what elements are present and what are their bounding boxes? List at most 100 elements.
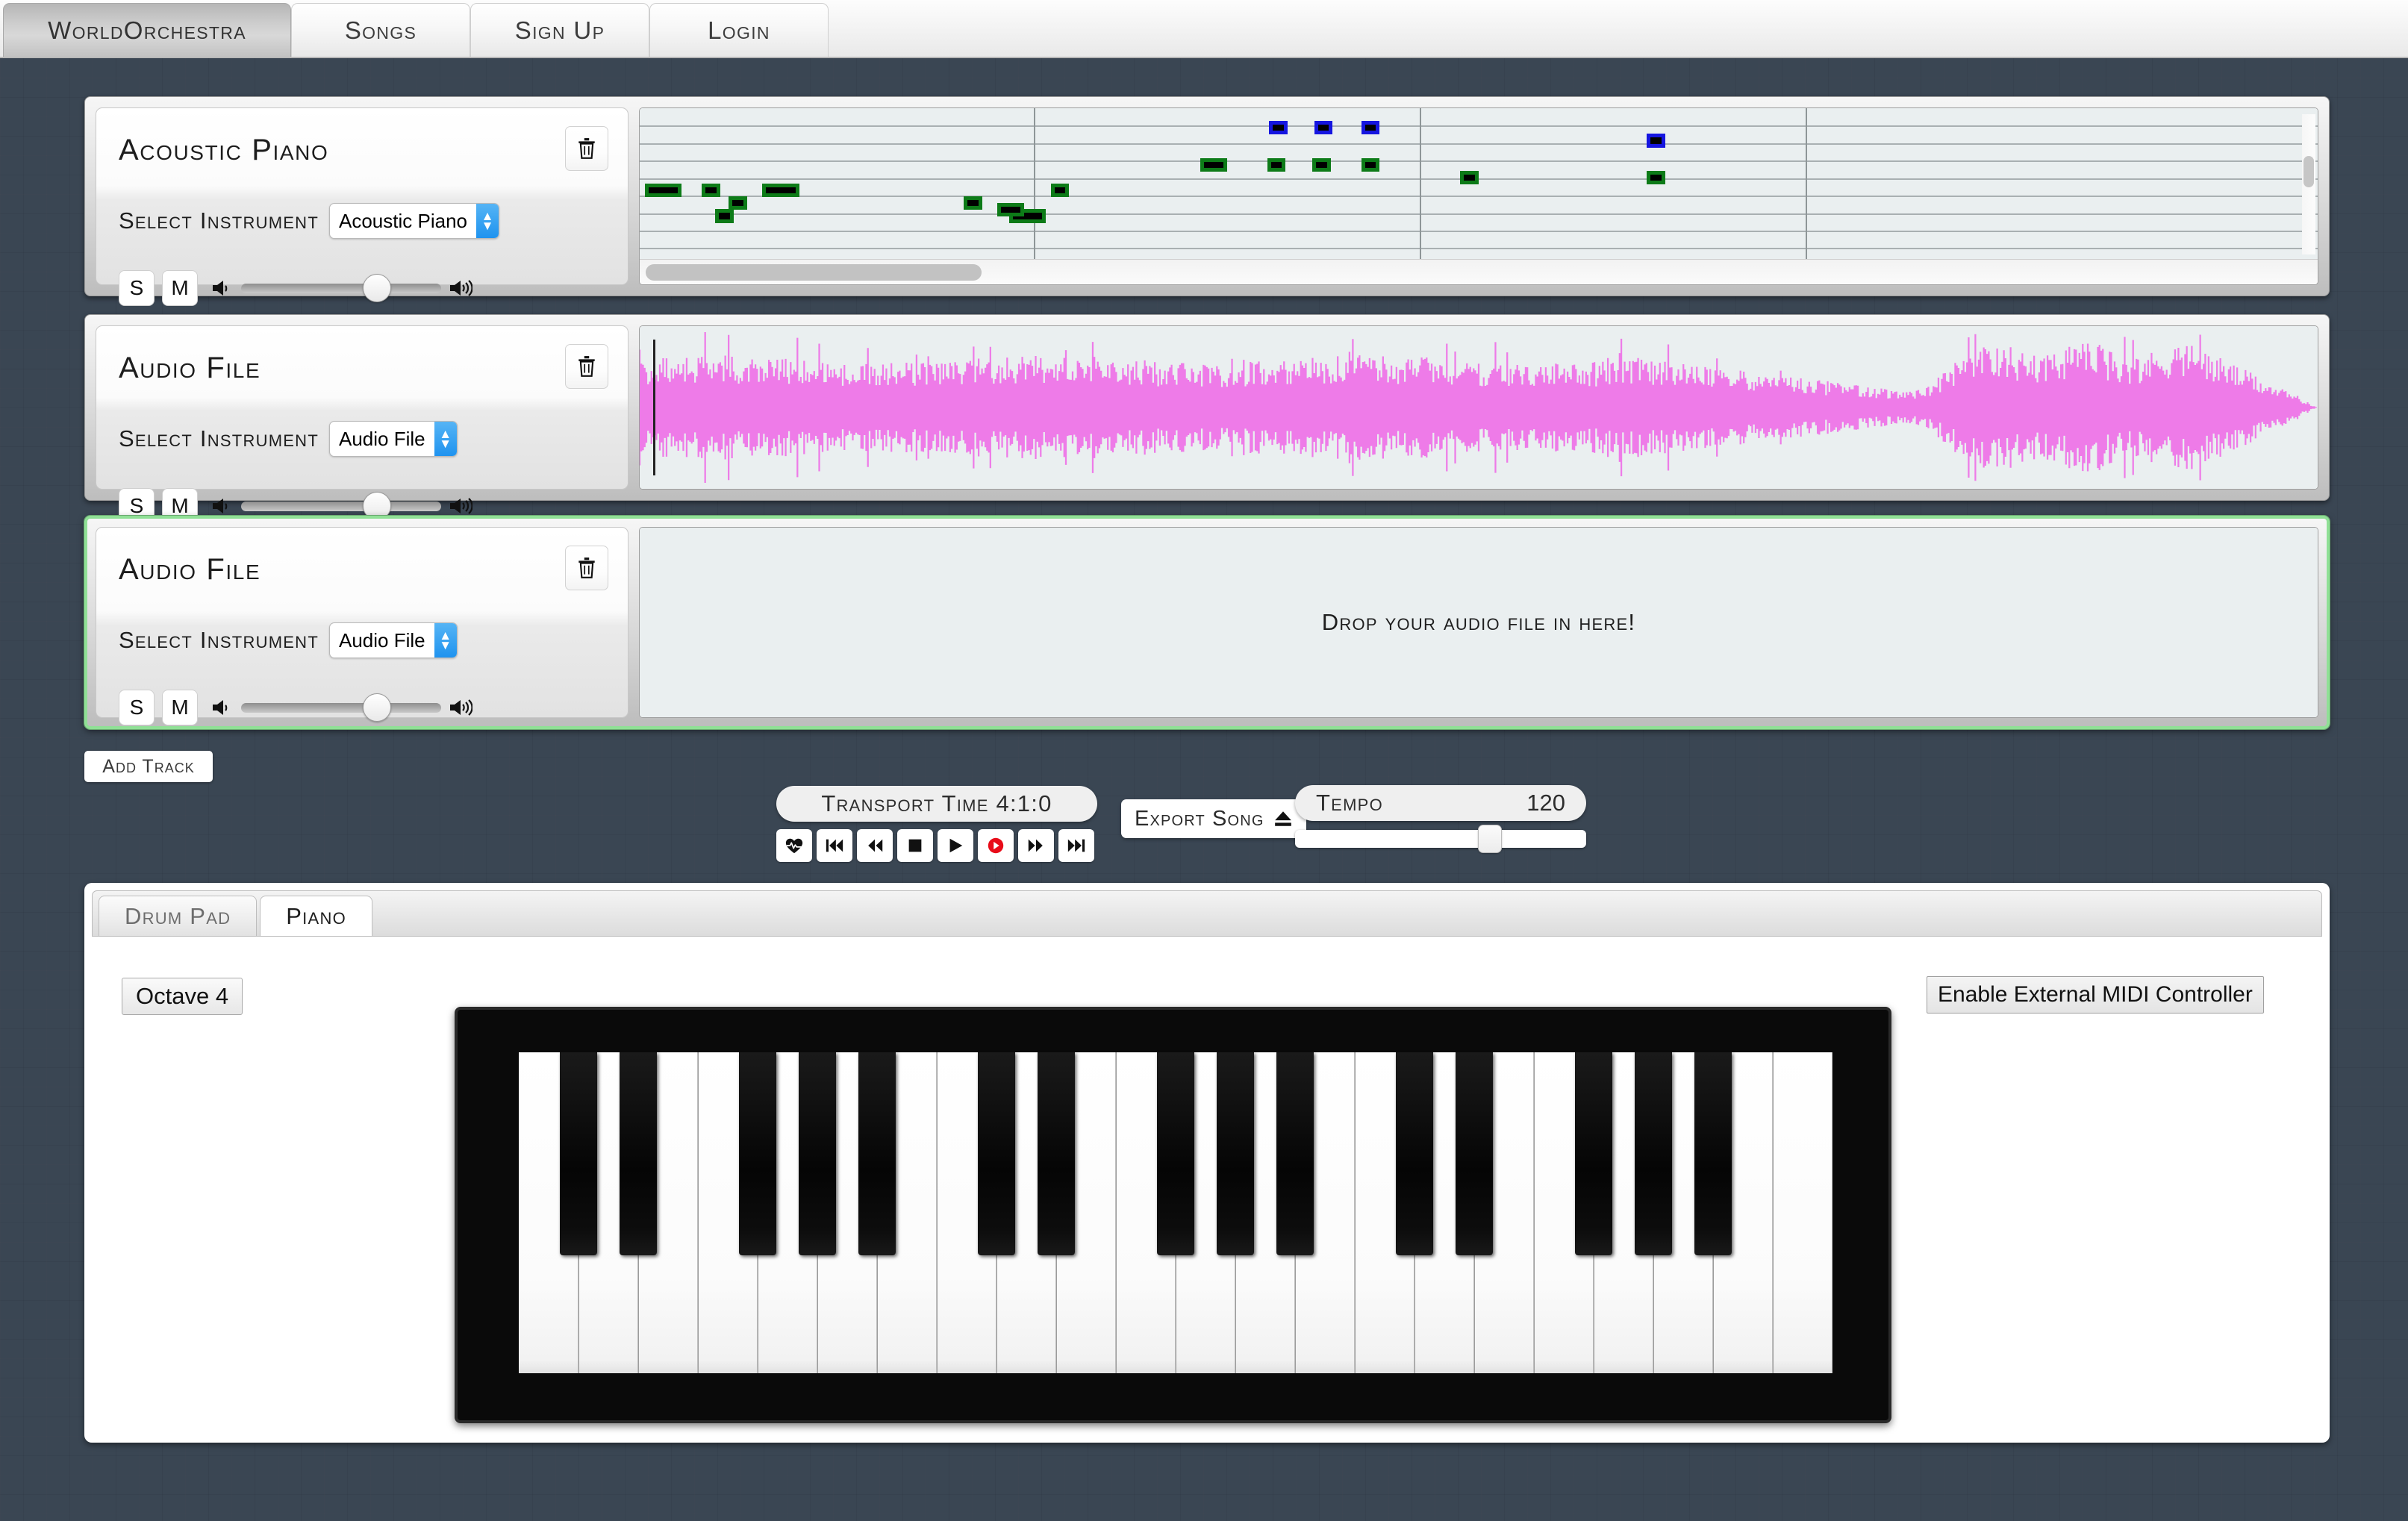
- piano-roll-vertical-scrollbar[interactable]: [2302, 114, 2315, 254]
- piano-roll-note[interactable]: [702, 184, 720, 198]
- tempo-control: Tempo 120: [1295, 785, 1586, 853]
- piano-roll-horizontal-scrollbar[interactable]: [640, 259, 2318, 284]
- record-icon: [988, 837, 1004, 854]
- solo-button[interactable]: S: [119, 690, 155, 725]
- piano-roll-note[interactable]: [1314, 121, 1333, 135]
- tempo-slider-thumb[interactable]: [1478, 825, 1503, 853]
- volume-slider-thumb[interactable]: [363, 273, 392, 302]
- waveform-canvas[interactable]: [639, 325, 2318, 490]
- mute-button[interactable]: M: [162, 690, 198, 725]
- nav-item-songs[interactable]: Songs: [291, 3, 470, 57]
- speaker-high-icon: [450, 280, 472, 296]
- piano-roll-grid[interactable]: [640, 108, 2318, 259]
- piano-roll-note[interactable]: [1200, 157, 1227, 172]
- export-song-button[interactable]: Export Song: [1121, 799, 1306, 838]
- volume-slider-thumb[interactable]: [363, 693, 392, 722]
- volume-slider[interactable]: [241, 491, 441, 520]
- piano-roll-bar-line: [1420, 108, 1422, 259]
- instrument-select-value: Audio File: [339, 427, 425, 450]
- instrument-select[interactable]: Audio File ▲ ▼: [329, 421, 458, 457]
- piano-black-key[interactable]: [560, 1052, 597, 1255]
- instrument-select-row: Select Instrument Audio File ▲ ▼: [119, 622, 605, 658]
- delete-track-button[interactable]: [565, 344, 608, 389]
- select-instrument-label: Select Instrument: [119, 627, 319, 653]
- piano-black-key[interactable]: [1396, 1052, 1433, 1255]
- piano-roll-note[interactable]: [1646, 170, 1665, 184]
- skip-to-end-button[interactable]: [1058, 829, 1094, 862]
- piano-roll-row-line: [640, 125, 2318, 128]
- piano-black-key[interactable]: [978, 1052, 1015, 1255]
- piano-roll-note[interactable]: [1361, 121, 1380, 135]
- instrument-select-row: Select Instrument Acoustic Piano ▲ ▼: [119, 203, 605, 239]
- piano-black-key[interactable]: [1456, 1052, 1493, 1255]
- track-title: Acoustic Piano: [119, 134, 329, 166]
- piano-roll-note[interactable]: [996, 203, 1024, 217]
- tab-drum-pad[interactable]: Drum Pad: [99, 896, 258, 936]
- transport-controls: Transport Time 4:1:0: [776, 786, 1097, 862]
- piano-black-key[interactable]: [1276, 1052, 1314, 1255]
- delete-track-button[interactable]: [565, 546, 608, 590]
- enable-midi-controller-button[interactable]: Enable External MIDI Controller: [1927, 976, 2264, 1014]
- instrument-select-value: Audio File: [339, 628, 425, 652]
- fast-forward-button[interactable]: [1018, 829, 1054, 862]
- dropzone-message[interactable]: Drop your audio file in here!: [640, 528, 2318, 717]
- skip-forward-icon: [1067, 839, 1085, 852]
- select-instrument-label: Select Instrument: [119, 207, 319, 234]
- tab-piano[interactable]: Piano: [260, 896, 372, 936]
- chevron-updown-icon: ▲ ▼: [434, 623, 457, 658]
- volume-slider[interactable]: [241, 693, 441, 722]
- piano-black-key[interactable]: [1217, 1052, 1254, 1255]
- piano-roll-note[interactable]: [1361, 157, 1380, 172]
- piano-keyboard: [455, 1007, 1891, 1423]
- solo-button[interactable]: S: [119, 270, 155, 306]
- piano-roll-note[interactable]: [1312, 157, 1332, 172]
- tempo-slider[interactable]: [1295, 825, 1586, 853]
- piano-roll-note[interactable]: [1646, 134, 1665, 148]
- instrument-select[interactable]: Audio File ▲ ▼: [329, 622, 458, 658]
- piano-roll-note[interactable]: [729, 196, 747, 210]
- piano-black-key[interactable]: [1694, 1052, 1732, 1255]
- trash-icon: [578, 356, 595, 377]
- piano-roll-note[interactable]: [963, 196, 982, 210]
- nav-brand-worldorchestra[interactable]: WorldOrchestra: [3, 3, 291, 57]
- audio-dropzone-canvas[interactable]: Drop your audio file in here!: [639, 527, 2318, 718]
- add-track-button[interactable]: Add Track: [84, 751, 213, 782]
- octave-selector-button[interactable]: Octave 4: [122, 978, 243, 1015]
- stop-button[interactable]: [897, 829, 933, 862]
- instrument-select[interactable]: Acoustic Piano ▲ ▼: [329, 203, 499, 239]
- vertical-scroll-thumb[interactable]: [2303, 156, 2314, 187]
- piano-roll-canvas[interactable]: [639, 107, 2318, 285]
- piano-black-key[interactable]: [739, 1052, 776, 1255]
- skip-to-start-button[interactable]: [817, 829, 852, 862]
- piano-roll-note[interactable]: [715, 209, 734, 223]
- rewind-button[interactable]: [857, 829, 893, 862]
- mute-button[interactable]: M: [162, 270, 198, 306]
- piano-roll-note[interactable]: [762, 184, 799, 198]
- piano-black-key[interactable]: [858, 1052, 896, 1255]
- metronome-button[interactable]: [776, 829, 812, 862]
- horizontal-scroll-thumb[interactable]: [646, 264, 982, 281]
- piano-roll-note[interactable]: [1269, 121, 1288, 135]
- select-instrument-label: Select Instrument: [119, 425, 319, 452]
- play-button[interactable]: [938, 829, 973, 862]
- piano-roll-note[interactable]: [1460, 170, 1479, 184]
- piano-black-key[interactable]: [1635, 1052, 1672, 1255]
- nav-item-signup[interactable]: Sign Up: [470, 3, 649, 57]
- piano-black-key[interactable]: [1038, 1052, 1075, 1255]
- piano-black-key[interactable]: [620, 1052, 657, 1255]
- piano-black-key[interactable]: [1157, 1052, 1194, 1255]
- track-row-audio-file-1: Audio File Select Instrument Audio File …: [84, 314, 2330, 524]
- piano-roll-note[interactable]: [1267, 157, 1286, 172]
- nav-item-login[interactable]: Login: [649, 3, 829, 57]
- piano-black-key[interactable]: [799, 1052, 836, 1255]
- delete-track-button[interactable]: [565, 126, 608, 171]
- chevron-updown-icon: ▲ ▼: [434, 422, 457, 456]
- piano-roll-note[interactable]: [644, 184, 682, 198]
- volume-slider[interactable]: [241, 273, 441, 302]
- piano-white-key[interactable]: [1773, 1052, 1832, 1373]
- speaker-low-icon: [213, 281, 228, 296]
- record-button[interactable]: [978, 829, 1014, 862]
- piano-roll-row-line: [640, 231, 2318, 233]
- piano-roll-note[interactable]: [1050, 184, 1070, 198]
- piano-black-key[interactable]: [1575, 1052, 1612, 1255]
